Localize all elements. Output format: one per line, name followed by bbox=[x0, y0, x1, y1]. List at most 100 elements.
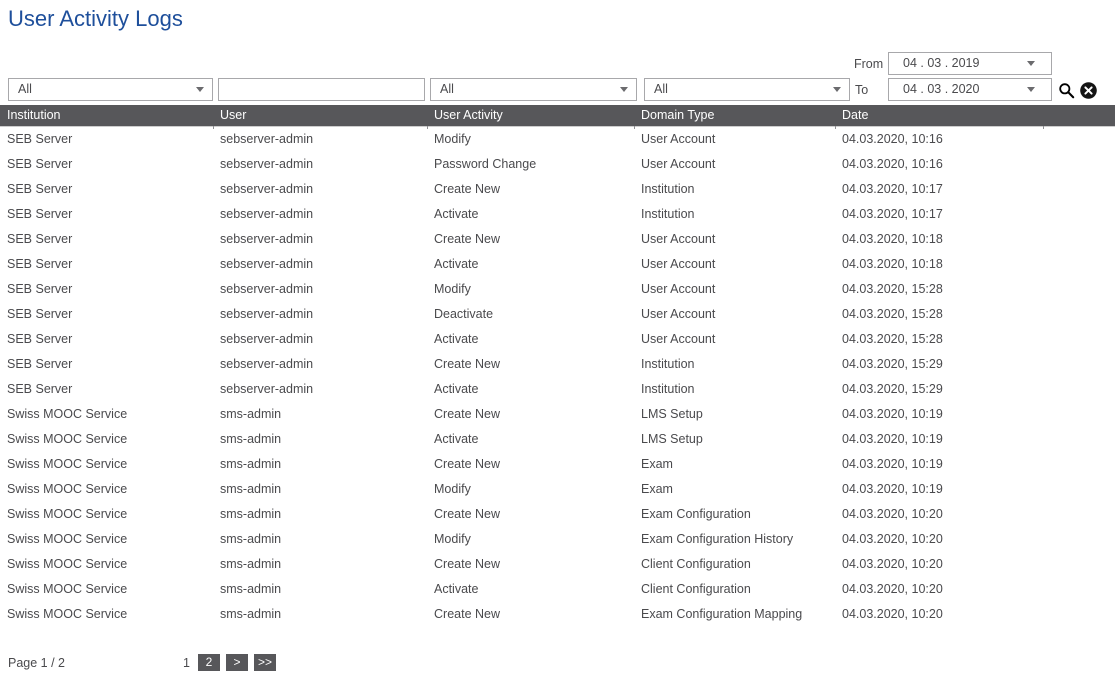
table-cell: 04.03.2020, 10:17 bbox=[835, 177, 1043, 202]
table-cell: Swiss MOOC Service bbox=[0, 402, 213, 427]
table-cell: User Account bbox=[634, 277, 835, 302]
table-cell-filler bbox=[1043, 502, 1115, 527]
table-row[interactable]: Swiss MOOC Servicesms-adminModifyExam04.… bbox=[0, 477, 1115, 502]
from-label: From bbox=[854, 57, 883, 71]
table-cell: 04.03.2020, 10:20 bbox=[835, 577, 1043, 602]
table-cell: Create New bbox=[427, 452, 634, 477]
table-cell-filler bbox=[1043, 227, 1115, 252]
table-row[interactable]: SEB Serversebserver-adminModifyUser Acco… bbox=[0, 277, 1115, 302]
table-cell-filler bbox=[1043, 527, 1115, 552]
table-row[interactable]: SEB Serversebserver-adminActivateUser Ac… bbox=[0, 252, 1115, 277]
domain-type-filter-select[interactable]: All bbox=[644, 78, 850, 101]
table-cell: 04.03.2020, 10:18 bbox=[835, 252, 1043, 277]
column-header-domain-type[interactable]: Domain Type bbox=[634, 105, 835, 126]
table-cell: SEB Server bbox=[0, 302, 213, 327]
table-cell: Activate bbox=[427, 252, 634, 277]
table-row[interactable]: SEB Serversebserver-adminCreate NewUser … bbox=[0, 227, 1115, 252]
column-header-user[interactable]: User bbox=[213, 105, 427, 126]
table-row[interactable]: SEB Serversebserver-adminCreate NewInsti… bbox=[0, 177, 1115, 202]
table-cell-filler bbox=[1043, 327, 1115, 352]
table-cell-filler bbox=[1043, 127, 1115, 152]
table-cell: 04.03.2020, 10:18 bbox=[835, 227, 1043, 252]
table-row[interactable]: Swiss MOOC Servicesms-adminCreate NewLMS… bbox=[0, 402, 1115, 427]
table-cell: Client Configuration bbox=[634, 577, 835, 602]
table-cell-filler bbox=[1043, 377, 1115, 402]
table-cell: SEB Server bbox=[0, 252, 213, 277]
institution-filter-select[interactable]: All bbox=[8, 78, 213, 101]
column-header-institution[interactable]: Institution bbox=[0, 105, 213, 126]
clear-filter-button[interactable] bbox=[1079, 81, 1097, 99]
next-page-button[interactable]: > bbox=[226, 654, 248, 671]
table-row[interactable]: Swiss MOOC Servicesms-adminCreate NewExa… bbox=[0, 452, 1115, 477]
table-cell: SEB Server bbox=[0, 377, 213, 402]
table-cell-filler bbox=[1043, 252, 1115, 277]
table-cell: sebserver-admin bbox=[213, 377, 427, 402]
table-cell: 04.03.2020, 15:29 bbox=[835, 377, 1043, 402]
table-cell: SEB Server bbox=[0, 152, 213, 177]
table-row[interactable]: Swiss MOOC Servicesms-adminModifyExam Co… bbox=[0, 527, 1115, 552]
table-cell: Modify bbox=[427, 477, 634, 502]
table-cell-filler bbox=[1043, 402, 1115, 427]
table-cell: Activate bbox=[427, 327, 634, 352]
table-cell: sms-admin bbox=[213, 552, 427, 577]
column-header-date[interactable]: Date bbox=[835, 105, 1043, 126]
table-row[interactable]: SEB Serversebserver-adminCreate NewInsti… bbox=[0, 352, 1115, 377]
table-cell: Create New bbox=[427, 352, 634, 377]
domain-type-filter-value: All bbox=[654, 82, 829, 96]
table-row[interactable]: SEB Serversebserver-adminActivateInstitu… bbox=[0, 202, 1115, 227]
table-cell: sms-admin bbox=[213, 477, 427, 502]
table-cell: Activate bbox=[427, 377, 634, 402]
activity-table: Institution User User Activity Domain Ty… bbox=[0, 105, 1115, 126]
table-header-row: Institution User User Activity Domain Ty… bbox=[0, 105, 1115, 126]
table-row[interactable]: Swiss MOOC Servicesms-adminActivateLMS S… bbox=[0, 427, 1115, 452]
table-cell: Swiss MOOC Service bbox=[0, 427, 213, 452]
table-row[interactable]: SEB Serversebserver-adminPassword Change… bbox=[0, 152, 1115, 177]
table-cell: 04.03.2020, 15:28 bbox=[835, 302, 1043, 327]
table-row[interactable]: SEB Serversebserver-adminModifyUser Acco… bbox=[0, 127, 1115, 152]
table-cell: Swiss MOOC Service bbox=[0, 502, 213, 527]
table-row[interactable]: Swiss MOOC Servicesms-adminActivateClien… bbox=[0, 577, 1115, 602]
table-cell: 04.03.2020, 10:17 bbox=[835, 202, 1043, 227]
table-cell: SEB Server bbox=[0, 127, 213, 152]
table-cell: sebserver-admin bbox=[213, 227, 427, 252]
table-cell: 04.03.2020, 10:19 bbox=[835, 427, 1043, 452]
from-date-select[interactable]: 04 . 03 . 2019 bbox=[888, 52, 1052, 75]
table-cell: User Account bbox=[634, 152, 835, 177]
table-cell: sebserver-admin bbox=[213, 177, 427, 202]
table-cell: sebserver-admin bbox=[213, 327, 427, 352]
table-cell: sms-admin bbox=[213, 502, 427, 527]
table-cell: SEB Server bbox=[0, 227, 213, 252]
last-page-button[interactable]: >> bbox=[254, 654, 276, 671]
table-cell: SEB Server bbox=[0, 352, 213, 377]
to-date-select[interactable]: 04 . 03 . 2020 bbox=[888, 78, 1052, 101]
table-cell: sebserver-admin bbox=[213, 302, 427, 327]
table-row[interactable]: Swiss MOOC Servicesms-adminCreate NewExa… bbox=[0, 602, 1115, 627]
table-cell: sebserver-admin bbox=[213, 352, 427, 377]
table-row[interactable]: Swiss MOOC Servicesms-adminCreate NewCli… bbox=[0, 552, 1115, 577]
table-cell: 04.03.2020, 15:28 bbox=[835, 277, 1043, 302]
table-cell: Exam bbox=[634, 452, 835, 477]
table-cell: sebserver-admin bbox=[213, 152, 427, 177]
user-activity-filter-select[interactable]: All bbox=[430, 78, 637, 101]
table-row[interactable]: Swiss MOOC Servicesms-adminCreate NewExa… bbox=[0, 502, 1115, 527]
table-cell: SEB Server bbox=[0, 277, 213, 302]
user-filter-input[interactable] bbox=[218, 78, 425, 101]
chevron-down-icon bbox=[833, 87, 841, 92]
search-button[interactable] bbox=[1057, 81, 1075, 99]
table-cell: sebserver-admin bbox=[213, 252, 427, 277]
table-cell: Activate bbox=[427, 577, 634, 602]
table-row[interactable]: SEB Serversebserver-adminDeactivateUser … bbox=[0, 302, 1115, 327]
table-row[interactable]: SEB Serversebserver-adminActivateInstitu… bbox=[0, 377, 1115, 402]
table-cell-filler bbox=[1043, 277, 1115, 302]
table-cell: sms-admin bbox=[213, 452, 427, 477]
table-cell-filler bbox=[1043, 152, 1115, 177]
table-cell: Swiss MOOC Service bbox=[0, 552, 213, 577]
table-row[interactable]: SEB Serversebserver-adminActivateUser Ac… bbox=[0, 327, 1115, 352]
table-cell: sms-admin bbox=[213, 427, 427, 452]
table-cell: Activate bbox=[427, 427, 634, 452]
column-header-user-activity[interactable]: User Activity bbox=[427, 105, 634, 126]
chevron-down-icon bbox=[1027, 87, 1035, 92]
page-2-button[interactable]: 2 bbox=[198, 654, 220, 671]
table-cell: Password Change bbox=[427, 152, 634, 177]
table-cell: Exam Configuration bbox=[634, 502, 835, 527]
